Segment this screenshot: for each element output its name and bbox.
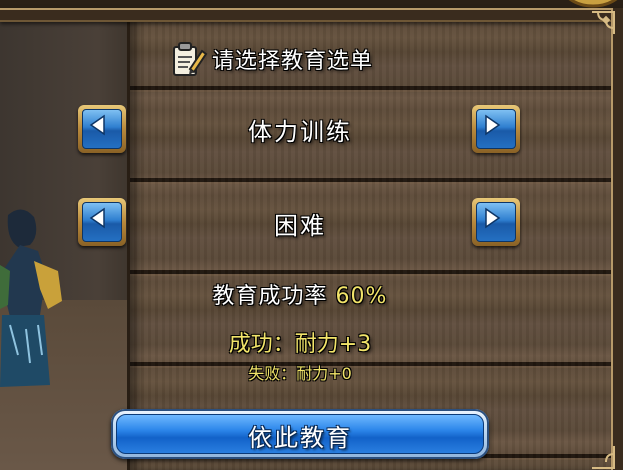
success-rate-value: 60%	[335, 284, 388, 309]
difficulty-option-label: 困难	[274, 212, 326, 240]
success-rate-label: 教育成功率	[212, 284, 328, 309]
character-sprite	[0, 209, 62, 387]
menu-prev-button[interactable]	[78, 105, 126, 153]
dialog-title: 请选择教育选单	[212, 49, 374, 74]
confirm-education-button[interactable]: 依此教育	[111, 409, 489, 459]
frame-corner-ornament-icon	[592, 446, 615, 469]
game-screen: 请选择教育选单 体力训练 困难 教育成功率 60% 成功：耐力+3 失败：耐力+0…	[0, 0, 623, 470]
arrow-right-icon	[485, 207, 501, 229]
dialog-title-row: 请选择教育选单	[168, 38, 428, 80]
success-result-text: 成功：耐力+3	[228, 332, 372, 357]
confirm-button-label: 依此教育	[248, 424, 352, 452]
frame-right-border	[611, 8, 623, 470]
difficulty-next-button[interactable]	[472, 198, 520, 246]
success-rate-row: 教育成功率 60%	[140, 278, 460, 310]
arrow-left-icon	[89, 207, 105, 229]
arrow-right-icon	[485, 114, 501, 136]
notepad-pencil-icon	[173, 42, 208, 76]
menu-next-button[interactable]	[472, 105, 520, 153]
arrow-left-icon	[89, 114, 105, 136]
frame-top-border	[0, 8, 623, 22]
menu-option-label: 体力训练	[248, 118, 352, 146]
frame-corner-ornament-icon	[592, 11, 615, 34]
difficulty-prev-button[interactable]	[78, 198, 126, 246]
fail-result-text: 失败：耐力+0	[248, 364, 352, 383]
